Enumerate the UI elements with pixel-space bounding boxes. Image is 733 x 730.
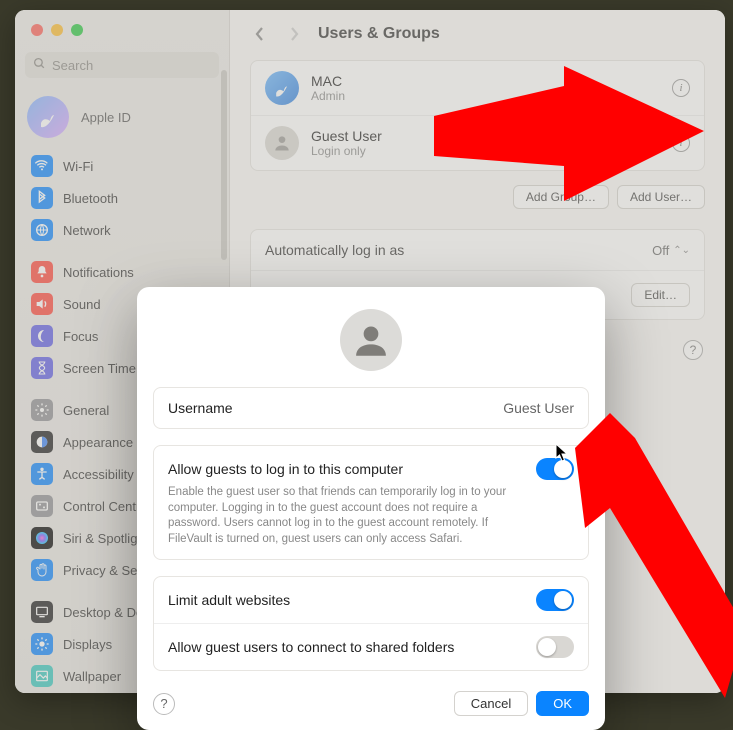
ok-button[interactable]: OK <box>536 691 589 716</box>
allow-guests-row: Allow guests to log in to this computer … <box>154 446 588 559</box>
username-value: Guest User <box>503 400 574 416</box>
username-label: Username <box>168 400 233 416</box>
allow-guests-toggle[interactable] <box>536 458 574 480</box>
username-group: Username Guest User <box>153 387 589 429</box>
dialog-help-button[interactable]: ? <box>153 693 175 715</box>
username-row: Username Guest User <box>154 388 588 428</box>
allow-guests-description: Enable the guest user so that friends ca… <box>168 485 574 547</box>
limit-websites-row: Limit adult websites <box>154 577 588 624</box>
options-group: Limit adult websites Allow guest users t… <box>153 576 589 671</box>
limit-websites-label: Limit adult websites <box>168 592 290 608</box>
allow-guests-group: Allow guests to log in to this computer … <box>153 445 589 560</box>
shared-folders-row: Allow guest users to connect to shared f… <box>154 624 588 670</box>
shared-folders-label: Allow guest users to connect to shared f… <box>168 639 454 655</box>
allow-guests-label: Allow guests to log in to this computer <box>168 461 403 477</box>
cancel-button[interactable]: Cancel <box>454 691 528 716</box>
dialog-footer: ? Cancel OK <box>151 687 591 716</box>
guest-user-dialog: Username Guest User Allow guests to log … <box>137 287 605 730</box>
shared-folders-toggle[interactable] <box>536 636 574 658</box>
limit-websites-toggle[interactable] <box>536 589 574 611</box>
dialog-avatar <box>340 309 402 371</box>
